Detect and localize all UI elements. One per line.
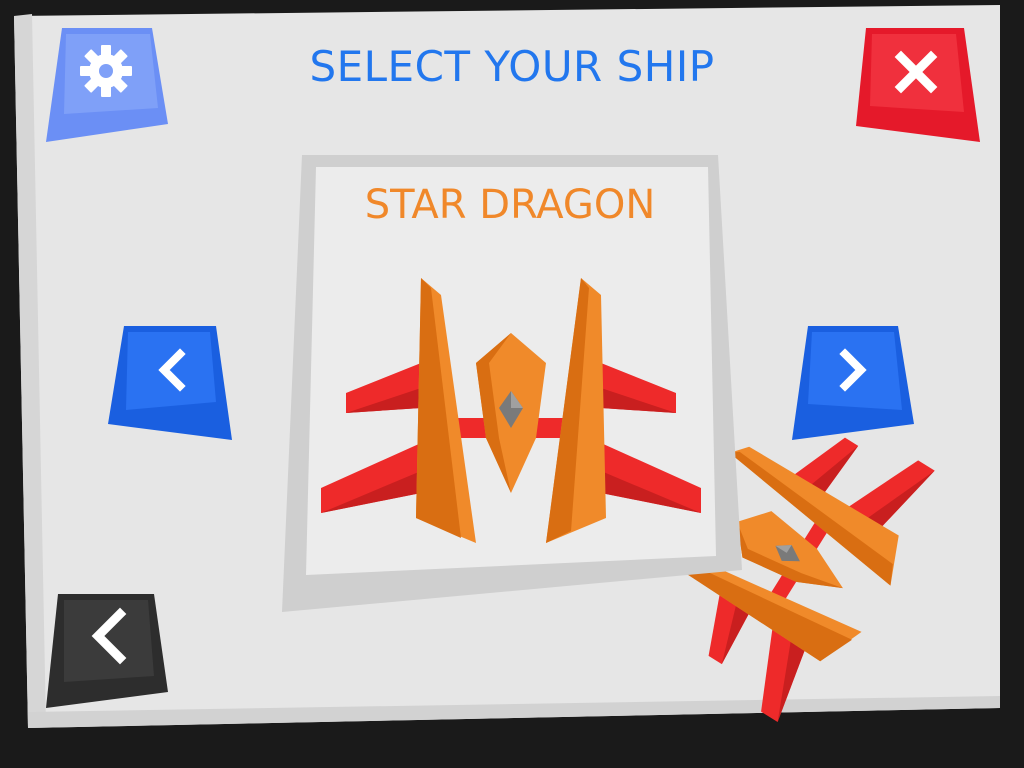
gear-icon (80, 45, 132, 97)
previous-ship-button[interactable] (106, 324, 236, 444)
next-ship-button[interactable] (790, 324, 920, 444)
close-button[interactable] (852, 26, 982, 146)
back-button[interactable] (44, 592, 174, 712)
ship-name: STAR DRAGON (364, 182, 656, 228)
settings-button[interactable] (44, 26, 174, 146)
ship-select-screen: SELECT YOUR SHIP STAR DRAGON (0, 0, 1024, 768)
